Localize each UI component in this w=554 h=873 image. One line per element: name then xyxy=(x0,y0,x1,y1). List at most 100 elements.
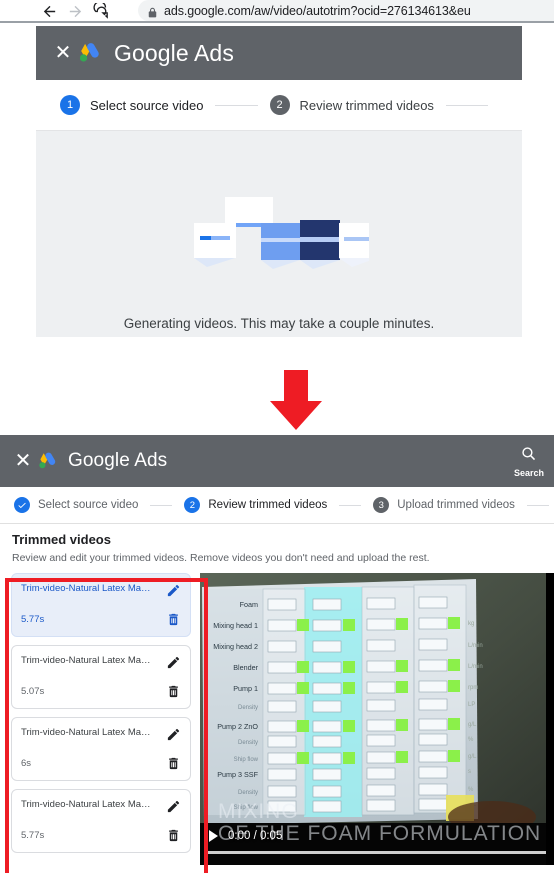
step-connector-1 xyxy=(150,504,173,506)
pencil-icon[interactable] xyxy=(166,655,181,670)
page-root: ads.google.com/aw/video/autotrim?ocid=27… xyxy=(0,0,554,873)
video-duration: 5.77s xyxy=(21,830,45,841)
search-button[interactable]: Search xyxy=(514,445,554,478)
address-bar[interactable]: ads.google.com/aw/video/autotrim?ocid=27… xyxy=(138,0,554,21)
close-button-bottom[interactable]: ✕ xyxy=(10,451,36,471)
step-connector-2 xyxy=(339,504,362,506)
step-2-circle: 2 xyxy=(269,95,290,115)
reload-icon xyxy=(93,2,110,20)
step-2-label: Review trimmed videos xyxy=(299,97,434,113)
toolbar-divider xyxy=(0,21,554,23)
step-upload-trimmed-videos[interactable]: 3 Upload trimmed videos xyxy=(373,497,515,513)
step-2-circle-bottom: 2 xyxy=(184,497,201,513)
pencil-icon[interactable] xyxy=(166,583,181,598)
page-subtitle: Review and edit your trimmed videos. Rem… xyxy=(12,552,430,564)
generating-panel: Generating videos. This may take a coupl… xyxy=(36,131,522,337)
close-button[interactable]: ✕ xyxy=(50,43,76,63)
list-item[interactable]: Trim-video-Natural Latex Mattre... 6s xyxy=(11,717,191,781)
svg-text:Pump 3 SSF: Pump 3 SSF xyxy=(217,770,258,779)
arrow-right-icon xyxy=(67,3,84,20)
url-text: ads.google.com/aw/video/autotrim?ocid=27… xyxy=(164,3,471,18)
svg-text:Density: Density xyxy=(238,790,258,796)
reload-button[interactable] xyxy=(88,0,114,22)
screenshot-review-step: ✕ Google Ads Search Select source video … xyxy=(0,435,554,873)
step-3-circle: 3 xyxy=(373,497,390,513)
arrow-left-icon xyxy=(41,3,58,20)
page-title: Trimmed videos xyxy=(12,532,111,547)
video-name: Trim-video-Natural Latex Mattre... xyxy=(21,727,153,738)
video-duration: 5.07s xyxy=(21,686,45,697)
list-item[interactable]: Trim-video-Natural Latex Mattre... 5.77s xyxy=(11,573,191,637)
stepper-bottom: Select source video 2 Review trimmed vid… xyxy=(0,487,554,523)
step-select-source-video[interactable]: 1 Select source video xyxy=(60,95,203,115)
step-1-check-circle xyxy=(14,497,30,513)
svg-text:Mixing head 1: Mixing head 1 xyxy=(213,621,258,630)
svg-text:Foam: Foam xyxy=(240,600,258,609)
trash-icon[interactable] xyxy=(166,828,181,843)
svg-text:Density: Density xyxy=(238,705,258,711)
step-select-source-video-done[interactable]: Select source video xyxy=(14,497,138,513)
video-overlay-line1: MIXING xyxy=(218,800,299,823)
svg-text:Ship flow: Ship flow xyxy=(234,757,259,763)
pencil-icon[interactable] xyxy=(166,727,181,742)
trash-icon[interactable] xyxy=(166,684,181,699)
step-1-label: Select source video xyxy=(90,97,204,113)
generating-inner xyxy=(121,145,437,325)
video-duration: 5.77s xyxy=(21,614,45,625)
pencil-icon[interactable] xyxy=(166,799,181,814)
video-player[interactable]: Foam Mixing head 1 Mixing head 2 Blender… xyxy=(200,573,554,865)
play-icon[interactable] xyxy=(209,830,218,842)
search-label: Search xyxy=(513,467,544,478)
forward-button[interactable] xyxy=(62,0,88,22)
screenshot-generating-step: ✕ Google Ads 1 Select source video 2 Rev… xyxy=(36,26,522,363)
step-1-circle: 1 xyxy=(60,95,80,115)
svg-text:L/min: L/min xyxy=(468,643,483,649)
step-review-trimmed-videos[interactable]: 2 Review trimmed videos xyxy=(269,95,434,115)
svg-text:Pump 1: Pump 1 xyxy=(233,684,258,693)
step-connector-trailing-bottom xyxy=(526,504,549,506)
step-3-label: Upload trimmed videos xyxy=(397,499,515,511)
google-ads-logo xyxy=(36,450,58,472)
list-item[interactable]: Trim-video-Natural Latex Mattre... 5.77s xyxy=(11,789,191,853)
back-button[interactable] xyxy=(36,0,62,22)
step-1-label-bottom: Select source video xyxy=(38,499,139,511)
generating-caption: Generating videos. This may take a coupl… xyxy=(123,316,435,331)
trimmed-video-list: Trim-video-Natural Latex Mattre... 5.77s xyxy=(0,573,196,865)
svg-text:Pump 2 ZnO: Pump 2 ZnO xyxy=(217,722,258,731)
svg-text:g/L: g/L xyxy=(468,722,477,728)
lock-icon xyxy=(148,5,157,18)
svg-text:kg: kg xyxy=(468,621,474,627)
list-item[interactable]: Trim-video-Natural Latex Mattre... 5.07s xyxy=(11,645,191,709)
video-name: Trim-video-Natural Latex Mattre... xyxy=(21,583,153,594)
svg-text:Density: Density xyxy=(238,740,258,746)
step-connector-trailing xyxy=(445,104,489,106)
svg-text:Mixing head 2: Mixing head 2 xyxy=(213,642,258,651)
google-ads-header-bottom: ✕ Google Ads Search xyxy=(0,435,554,487)
trash-icon[interactable] xyxy=(166,612,181,627)
search-icon xyxy=(520,445,537,467)
svg-text:s: s xyxy=(468,769,471,775)
step-review-trimmed-videos-active[interactable]: 2 Review trimmed videos xyxy=(184,497,327,513)
step-2-label-bottom: Review trimmed videos xyxy=(208,499,328,511)
svg-text:L/min: L/min xyxy=(468,664,483,670)
svg-text:rpm: rpm xyxy=(468,685,478,691)
review-content: Trim-video-Natural Latex Mattre... 5.77s xyxy=(0,573,554,865)
player-scrubber[interactable] xyxy=(208,851,546,854)
stepper-top: 1 Select source video 2 Review trimmed v… xyxy=(36,80,522,130)
svg-text:LP: LP xyxy=(468,702,475,708)
step-connector xyxy=(215,104,258,106)
video-name: Trim-video-Natural Latex Mattre... xyxy=(21,655,153,666)
player-timestamp: 0:00 / 0:05 xyxy=(228,830,283,842)
generating-animation xyxy=(189,195,377,275)
svg-text:%: % xyxy=(468,737,474,743)
google-ads-logo xyxy=(76,40,102,66)
down-arrow-annotation xyxy=(265,370,327,432)
svg-text:Blender: Blender xyxy=(233,663,258,672)
svg-text:%: % xyxy=(468,787,474,793)
google-ads-header-top: ✕ Google Ads xyxy=(36,26,522,80)
trash-icon[interactable] xyxy=(166,756,181,771)
video-name: Trim-video-Natural Latex Mattre... xyxy=(21,799,153,810)
video-duration: 6s xyxy=(21,758,32,769)
svg-text:g/L: g/L xyxy=(468,754,477,760)
app-title-bottom: Google Ads xyxy=(68,450,168,471)
